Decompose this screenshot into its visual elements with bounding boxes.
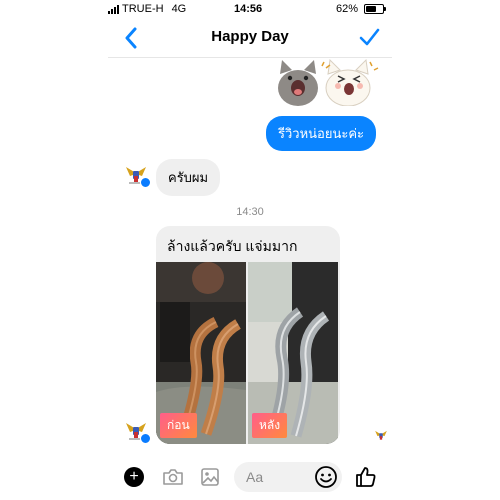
status-bar: TRUE-H 4G 14:56 62% [108, 0, 392, 18]
messenger-badge-icon [140, 433, 151, 444]
avatar[interactable] [124, 418, 151, 444]
photo-message-card[interactable]: ล้างแล้วครับ แจ่มมาก ก่อน หลัง [156, 226, 340, 444]
incoming-message[interactable]: ครับผม [156, 159, 221, 196]
carrier-label: TRUE-H [122, 3, 164, 15]
emoji-button[interactable] [314, 465, 338, 489]
timestamp: 14:30 [236, 206, 264, 218]
battery-fill [366, 6, 376, 12]
before-photo[interactable]: ก่อน [156, 262, 246, 444]
messenger-badge-icon [140, 177, 151, 188]
after-photo[interactable]: หลัง [248, 262, 338, 444]
like-button[interactable] [354, 465, 378, 489]
after-label: หลัง [252, 413, 288, 438]
clock: 14:56 [234, 3, 263, 15]
plus-icon[interactable]: + [124, 467, 144, 487]
photo-icon [201, 468, 219, 486]
cat-sticker [268, 58, 380, 107]
message-list[interactable]: รีวิวหน่อยนะค่ะ ครับผม 14:30 ล้างแล้วครั… [108, 58, 392, 458]
before-label: ก่อน [160, 413, 197, 438]
done-button[interactable] [358, 26, 380, 48]
chat-header: Happy Day [108, 18, 392, 58]
photo-button[interactable] [200, 467, 220, 487]
emoji-icon [315, 466, 337, 488]
checkmark-icon [359, 28, 380, 46]
network-label: 4G [171, 3, 187, 15]
seen-indicator-avatar [374, 428, 388, 442]
thumbs-up-icon [356, 467, 376, 487]
camera-icon [163, 469, 183, 485]
gundam-avatar-icon [375, 430, 387, 440]
conversation-title: Happy Day [211, 28, 289, 45]
battery-icon [364, 4, 386, 14]
card-caption: ล้างแล้วครับ แจ่มมาก [167, 238, 298, 254]
outgoing-message[interactable]: รีวิวหน่อยนะค่ะ [265, 116, 376, 151]
message-composer: + Aa [108, 458, 392, 496]
camera-button[interactable] [162, 468, 184, 486]
battery-percent: 62% [336, 3, 359, 15]
message-input[interactable]: Aa [234, 462, 342, 492]
signal-icon [108, 4, 119, 14]
message-input-placeholder: Aa [246, 469, 264, 485]
avatar[interactable] [124, 162, 151, 188]
